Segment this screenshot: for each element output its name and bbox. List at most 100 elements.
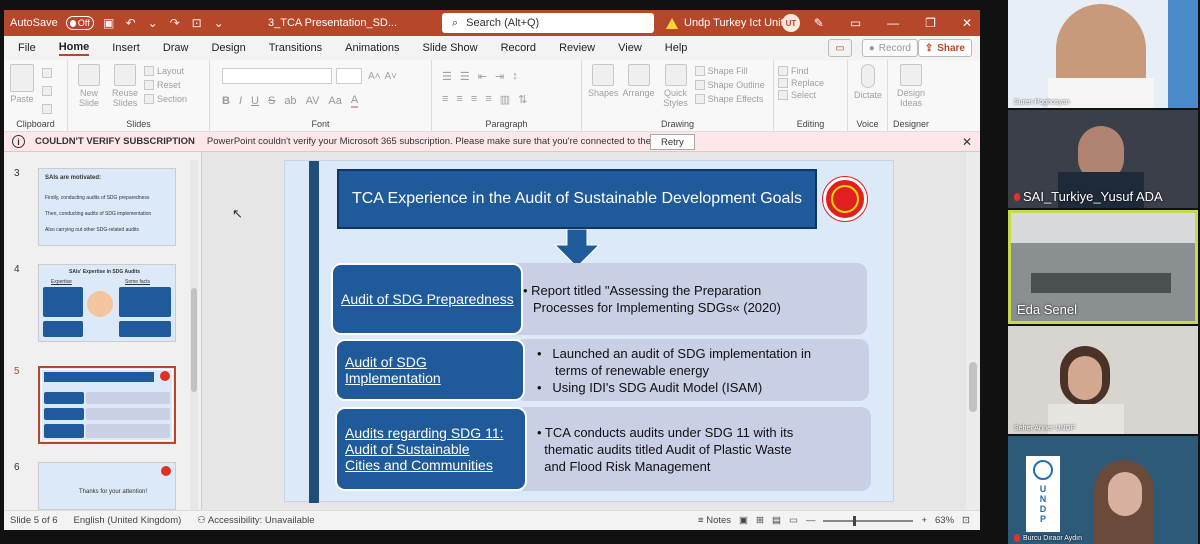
fit-slide-icon[interactable]: ⊡ xyxy=(962,515,970,526)
design-ideas-button[interactable]: Design Ideas xyxy=(894,64,928,108)
reset-button[interactable]: Reset xyxy=(144,80,187,90)
align-right-icon[interactable]: ≡ xyxy=(471,93,477,106)
zoom-level[interactable]: 63% xyxy=(935,515,954,526)
dictate-button[interactable]: Dictate xyxy=(854,64,882,100)
normal-view-icon[interactable]: ▣ xyxy=(739,515,748,526)
zoom-knob[interactable] xyxy=(853,515,857,526)
format-painter-button[interactable] xyxy=(42,104,52,114)
minimize-icon[interactable]: — xyxy=(887,16,899,30)
undo-icon[interactable]: ↶ xyxy=(124,16,138,30)
shape-outline-button[interactable]: Shape Outline xyxy=(694,80,765,90)
zoom-out-icon[interactable]: — xyxy=(806,515,816,526)
thumbnail-scrollbar[interactable] xyxy=(190,160,198,510)
participant-video-1[interactable]: Suren Poghosyan xyxy=(1008,0,1198,108)
quick-styles-button[interactable]: Quick Styles xyxy=(659,64,693,108)
layout-button[interactable]: Layout xyxy=(144,66,187,76)
slide-thumbnail-4[interactable]: SAIs' Expertise in SDG Audits Expertise … xyxy=(38,264,176,342)
scroll-thumb[interactable] xyxy=(969,362,977,412)
tab-help[interactable]: Help xyxy=(665,42,688,54)
save-icon[interactable]: ▣ xyxy=(102,16,116,30)
slide-title[interactable]: TCA Experience in the Audit of Sustainab… xyxy=(337,169,817,229)
tab-slide-show[interactable]: Slide Show xyxy=(423,42,478,54)
find-button[interactable]: Find xyxy=(778,66,843,76)
user-avatar[interactable]: UT xyxy=(782,14,800,32)
shrink-font-icon[interactable]: A˅ xyxy=(385,71,398,82)
redo-icon[interactable]: ↷ xyxy=(168,16,182,30)
slide-thumbnail-3[interactable]: SAIs are motivated: Firstly, conducting … xyxy=(38,168,176,246)
shapes-button[interactable]: Shapes xyxy=(588,64,619,98)
columns-icon[interactable]: ▥ xyxy=(500,93,510,106)
new-slide-button[interactable]: New Slide xyxy=(74,64,104,108)
spacing-button[interactable]: AV xyxy=(306,95,320,107)
bullets-icon[interactable]: ☰ xyxy=(442,70,452,83)
close-icon[interactable]: ✕ xyxy=(962,135,972,149)
section-button[interactable]: Section xyxy=(144,94,187,104)
line-spacing-icon[interactable]: ↕ xyxy=(512,70,518,83)
italic-button[interactable]: I xyxy=(239,95,242,107)
shape-effects-button[interactable]: Shape Effects xyxy=(694,94,765,104)
grow-font-icon[interactable]: A˄ xyxy=(368,71,381,82)
row-content[interactable]: • Report titled "Assessing the Preparati… xyxy=(501,263,867,335)
tab-review[interactable]: Review xyxy=(559,42,595,54)
notes-button[interactable]: ≡ Notes xyxy=(698,515,731,526)
slide-sorter-icon[interactable]: ⊞ xyxy=(756,515,764,526)
accessibility-status[interactable]: ⚇ Accessibility: Unavailable xyxy=(197,515,314,526)
retry-button[interactable]: Retry xyxy=(650,134,695,150)
scroll-thumb[interactable] xyxy=(191,288,197,392)
row-content[interactable]: • TCA conducts audits under SDG 11 with … xyxy=(515,407,871,491)
text-direction-icon[interactable]: ⇅ xyxy=(518,93,527,106)
slideshow-view-icon[interactable]: ▭ xyxy=(789,515,798,526)
row-content[interactable]: • Launched an audit of SDG implementatio… xyxy=(515,339,869,401)
tab-home[interactable]: Home xyxy=(58,41,90,56)
justify-icon[interactable]: ≡ xyxy=(485,93,491,106)
slide-thumbnail-6[interactable]: Thanks for your attention! xyxy=(38,462,176,510)
search-box[interactable]: ⌕ Search (Alt+Q) xyxy=(442,13,654,33)
restore-icon[interactable]: ❐ xyxy=(925,16,936,30)
font-color-button[interactable]: A xyxy=(350,94,359,108)
participant-video-2[interactable]: SAI_Turkiye_Yusuf ADA xyxy=(1008,110,1198,208)
font-size-box[interactable] xyxy=(336,68,362,84)
zoom-slider[interactable] xyxy=(823,515,914,526)
row-label[interactable]: Audit of SDG Implementation xyxy=(335,339,525,401)
participant-video-3[interactable]: Eda Senel xyxy=(1008,210,1198,324)
tab-file[interactable]: File xyxy=(18,42,36,54)
present-icon[interactable]: ⊡ xyxy=(190,16,204,30)
change-case-button[interactable]: Aa xyxy=(328,95,341,107)
shadow-button[interactable]: ab xyxy=(284,95,296,107)
comments-button[interactable]: ▭ xyxy=(828,39,852,57)
participant-video-4[interactable]: Seher Arıner UNDP xyxy=(1008,326,1198,434)
participant-video-5[interactable]: U N D P Burcu Dıraor Aydın xyxy=(1008,436,1198,544)
close-icon[interactable]: ✕ xyxy=(962,16,972,30)
autosave-toggle[interactable]: Off xyxy=(65,16,94,30)
bold-button[interactable]: B xyxy=(222,95,230,107)
language-indicator[interactable]: English (United Kingdom) xyxy=(74,515,182,526)
zoom-in-icon[interactable]: + xyxy=(921,515,927,526)
align-center-icon[interactable]: ≡ xyxy=(456,93,462,106)
arrange-button[interactable]: Arrange xyxy=(623,64,655,98)
row-label[interactable]: Audit of SDG Preparedness xyxy=(331,263,523,335)
share-button[interactable]: ⇪ Share xyxy=(917,39,972,57)
reuse-slides-button[interactable]: Reuse Slides xyxy=(110,64,140,108)
numbering-icon[interactable]: ☰ xyxy=(460,70,470,83)
paste-button[interactable]: Paste xyxy=(10,64,34,104)
decrease-indent-icon[interactable]: ⇤ xyxy=(478,70,487,83)
pen-icon[interactable]: ✎ xyxy=(814,16,824,30)
ribbon-display-icon[interactable]: ▭ xyxy=(850,16,861,30)
increase-indent-icon[interactable]: ⇥ xyxy=(495,70,504,83)
underline-button[interactable]: U xyxy=(251,95,259,107)
cut-button[interactable] xyxy=(42,68,52,78)
reading-view-icon[interactable]: ▤ xyxy=(772,515,781,526)
tab-animations[interactable]: Animations xyxy=(345,42,399,54)
tab-transitions[interactable]: Transitions xyxy=(269,42,322,54)
tab-record[interactable]: Record xyxy=(501,42,536,54)
tab-draw[interactable]: Draw xyxy=(163,42,189,54)
account-warning[interactable]: Undp Turkey Ict Unit xyxy=(666,17,784,29)
tab-design[interactable]: Design xyxy=(211,42,245,54)
shape-fill-button[interactable]: Shape Fill xyxy=(694,66,765,76)
row-label[interactable]: Audits regarding SDG 11: Audit of Sustai… xyxy=(335,407,527,491)
select-button[interactable]: Select xyxy=(778,90,843,100)
slide-canvas[interactable]: TCA Experience in the Audit of Sustainab… xyxy=(284,160,894,503)
customize-icon[interactable]: ⌄ xyxy=(212,16,226,30)
replace-button[interactable]: Replace xyxy=(778,78,843,88)
copy-button[interactable] xyxy=(42,86,52,96)
